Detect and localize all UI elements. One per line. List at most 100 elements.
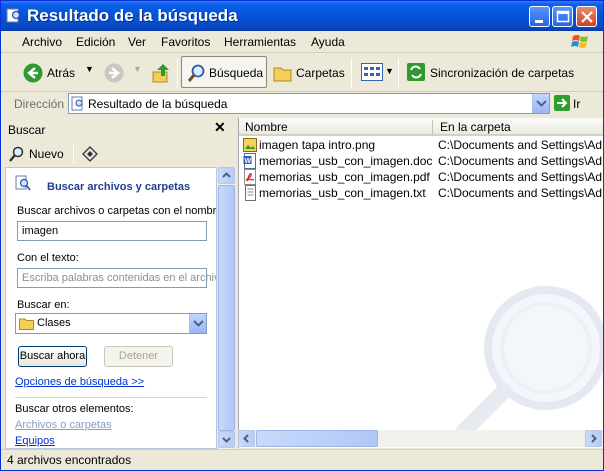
close-window-button[interactable]: [576, 6, 597, 27]
result-row[interactable]: imagen tapa intro.png C:\Documents and S…: [239, 137, 603, 153]
search-files-icon: [15, 175, 31, 191]
scroll-thumb[interactable]: [218, 185, 235, 431]
result-file-name: memorias_usb_con_imagen.txt: [259, 186, 426, 200]
search-panel-heading: Buscar archivos y carpetas: [47, 181, 191, 193]
horizontal-scroll-thumb[interactable]: [256, 430, 378, 447]
name-field-label: Buscar archivos o carpetas con el nombre…: [17, 205, 217, 217]
result-row[interactable]: memorias_usb_con_imagen.txt C:\Documents…: [239, 185, 603, 201]
back-button[interactable]: Atrás: [47, 66, 75, 80]
go-arrow-icon: [557, 98, 568, 108]
column-divider[interactable]: [432, 120, 433, 134]
file-name-input[interactable]: imagen: [17, 221, 207, 241]
column-headers: Nombre En la carpeta: [239, 118, 603, 136]
panel-divider: [15, 397, 207, 398]
back-dropdown-icon[interactable]: ▼: [85, 64, 94, 74]
go-button[interactable]: [554, 95, 570, 111]
scroll-down-button[interactable]: [218, 431, 235, 448]
new-search-icon[interactable]: [9, 146, 25, 162]
text-file-icon: [245, 185, 256, 201]
menu-bar: Archivo Edición Ver Favoritos Herramient…: [1, 31, 603, 53]
result-row[interactable]: W memorias_usb_con_imagen.doc C:\Documen…: [239, 153, 603, 169]
window-title: Resultado de la búsqueda: [27, 6, 238, 25]
address-value: Resultado de la búsqueda: [88, 97, 228, 111]
result-file-name: imagen tapa intro.png: [259, 138, 376, 152]
containing-text-placeholder: Escriba palabras contenidas en el archiv…: [22, 272, 217, 284]
result-file-name: memorias_usb_con_imagen.pdf: [259, 170, 430, 184]
address-label: Dirección: [14, 97, 65, 111]
maximize-icon: [556, 10, 570, 23]
menu-herramientas[interactable]: Herramientas: [224, 35, 296, 49]
column-header-name[interactable]: Nombre: [245, 120, 288, 134]
sync-folders-icon[interactable]: [406, 62, 426, 82]
search-pane-title: Buscar: [8, 123, 46, 137]
chevron-down-icon: [222, 437, 231, 443]
forward-dropdown-icon[interactable]: ▼: [133, 64, 142, 74]
result-folder: C:\Documents and Settings\Ad: [438, 138, 603, 152]
search-pane-scrollbar[interactable]: [218, 167, 235, 449]
address-bar: Dirección Resultado de la búsqueda Ir: [1, 92, 603, 116]
menu-archivo[interactable]: Archivo: [22, 35, 62, 49]
other-files-link[interactable]: Archivos o carpetas: [15, 419, 112, 431]
close-icon: [581, 11, 593, 23]
search-now-button[interactable]: Buscar ahora: [18, 346, 87, 367]
search-window-icon: [6, 8, 22, 23]
folders-icon[interactable]: [273, 64, 293, 82]
back-arrow-icon[interactable]: [23, 63, 43, 83]
result-folder: C:\Documents and Settings\Ad: [438, 186, 603, 200]
title-bar[interactable]: Resultado de la búsqueda: [1, 1, 603, 31]
search-companion-icon[interactable]: [81, 145, 99, 162]
menu-ayuda[interactable]: Ayuda: [311, 35, 345, 49]
close-pane-icon[interactable]: ✕: [214, 119, 226, 136]
results-horizontal-scrollbar[interactable]: [238, 430, 603, 447]
scroll-right-button[interactable]: [585, 430, 602, 447]
chevron-down-icon: [193, 320, 204, 327]
folders-button[interactable]: Carpetas: [296, 66, 345, 80]
result-row[interactable]: memorias_usb_con_imagen.pdf C:\Documents…: [239, 169, 603, 185]
views-icon[interactable]: [361, 63, 383, 81]
menu-favoritos[interactable]: Favoritos: [161, 35, 210, 49]
chevron-down-icon: [536, 100, 547, 107]
minimize-icon: [535, 20, 543, 23]
chevron-right-icon: [591, 434, 597, 443]
pdf-icon: [244, 169, 256, 185]
results-list[interactable]: Nombre En la carpeta imagen tapa intro.p…: [238, 118, 603, 448]
search-toolbar-label[interactable]: Búsqueda: [209, 66, 263, 80]
go-label[interactable]: Ir: [573, 97, 580, 111]
file-name-value: imagen: [22, 225, 59, 237]
look-in-label: Buscar en:: [17, 299, 70, 311]
search-magnifier-icon: [187, 64, 205, 82]
look-in-select[interactable]: Clases: [15, 313, 207, 334]
column-header-folder[interactable]: En la carpeta: [440, 120, 511, 134]
folder-icon: [19, 318, 34, 330]
maximize-button[interactable]: [552, 6, 573, 27]
menu-ver[interactable]: Ver: [128, 35, 146, 49]
look-in-dropdown-button[interactable]: [189, 314, 206, 333]
status-bar: 4 archivos encontrados: [1, 449, 603, 470]
address-input[interactable]: Resultado de la búsqueda: [68, 93, 550, 114]
search-pane-tools: Nuevo: [1, 141, 234, 166]
new-search-button[interactable]: Nuevo: [29, 147, 64, 161]
address-dropdown-button[interactable]: [532, 94, 549, 113]
sync-folders-button[interactable]: Sincronización de carpetas: [430, 66, 574, 80]
forward-arrow-icon[interactable]: [104, 63, 124, 83]
search-pane-header: Buscar ✕: [1, 118, 234, 140]
word-doc-icon: W: [243, 153, 256, 169]
result-file-name: memorias_usb_con_imagen.doc: [259, 154, 433, 168]
stop-button[interactable]: Detener: [104, 346, 173, 367]
look-in-value: Clases: [37, 317, 71, 329]
search-results-icon: [71, 96, 83, 111]
chevron-up-icon: [222, 172, 231, 178]
menu-edicion[interactable]: Edición: [76, 35, 115, 49]
pane-separator: [73, 144, 74, 163]
search-options-link[interactable]: Opciones de búsqueda >>: [15, 376, 144, 388]
windows-logo-icon: [571, 35, 588, 48]
scroll-left-button[interactable]: [238, 430, 255, 447]
containing-text-input[interactable]: Escriba palabras contenidas en el archiv…: [17, 268, 216, 288]
other-computers-link[interactable]: Equipos: [15, 435, 55, 447]
minimize-button[interactable]: [529, 6, 550, 27]
up-folder-icon[interactable]: [151, 62, 173, 84]
toolbar-separator: [351, 58, 352, 88]
views-dropdown-icon[interactable]: ▼: [385, 66, 394, 76]
search-panel: Buscar archivos y carpetas Buscar archiv…: [5, 167, 217, 449]
scroll-up-button[interactable]: [218, 167, 235, 184]
